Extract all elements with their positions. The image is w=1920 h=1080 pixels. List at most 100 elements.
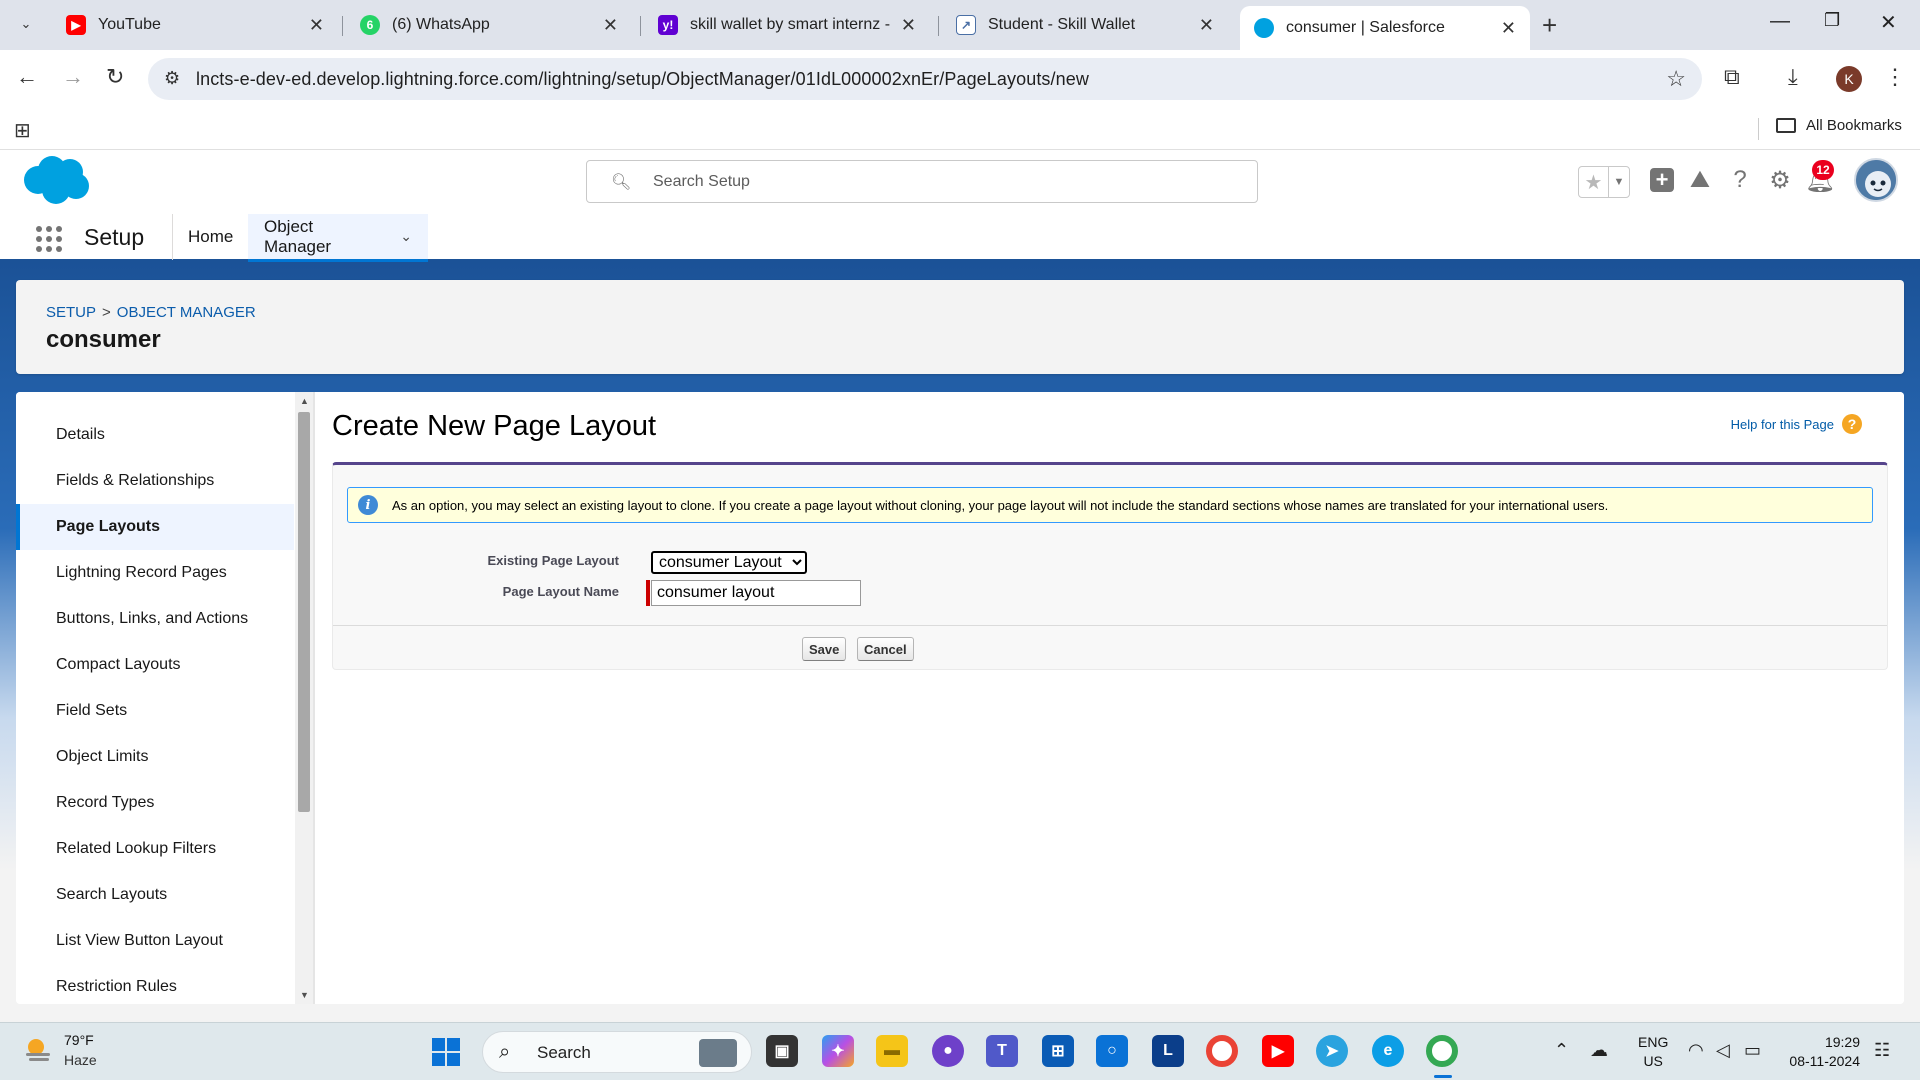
page-layout-name-input[interactable] — [651, 580, 861, 606]
windows-start-icon[interactable] — [432, 1038, 460, 1066]
battery-icon[interactable]: ▭ — [1744, 1040, 1761, 1061]
cortana-icon[interactable]: ○ — [1096, 1035, 1128, 1067]
help-question-icon[interactable]: ? — [1842, 414, 1862, 434]
nav-object-manager[interactable]: Object Manager ⌄ — [248, 214, 428, 262]
scroll-down-icon[interactable]: ▼ — [300, 990, 309, 1000]
download-icon[interactable]: ⤓ — [1788, 64, 1798, 90]
close-window-icon[interactable]: ✕ — [1880, 10, 1897, 35]
weather-description[interactable]: Haze — [64, 1052, 97, 1068]
existing-page-layout-select[interactable]: consumer Layout — [651, 551, 807, 574]
sidebar-item-details[interactable]: Details — [16, 412, 294, 458]
wifi-icon[interactable]: ◠ — [1688, 1040, 1704, 1061]
url-text[interactable]: lncts-e-dev-ed.develop.lightning.force.c… — [196, 69, 1089, 90]
breadcrumb-setup[interactable]: SETUP — [46, 304, 96, 321]
onedrive-icon[interactable]: ☁ — [1590, 1040, 1608, 1061]
site-info-icon[interactable]: ⚙ — [164, 68, 180, 89]
tab-title: skill wallet by smart internz - Ya — [690, 16, 893, 33]
tab-yahoo[interactable]: y! skill wallet by smart internz - Ya ✕ — [644, 6, 930, 44]
weather-temperature[interactable]: 79°F — [64, 1032, 94, 1048]
linkedin-learning-icon[interactable]: L — [1152, 1035, 1184, 1067]
sidebar-item-restriction-rules[interactable]: Restriction Rules — [16, 964, 294, 1004]
chevron-down-icon[interactable]: ⌄ — [400, 228, 412, 245]
apps-grid-icon[interactable]: ⊞ — [14, 118, 31, 143]
copilot-icon[interactable]: ✦ — [822, 1035, 854, 1067]
scroll-up-icon[interactable]: ▲ — [300, 396, 309, 406]
reload-icon[interactable]: ↻ — [106, 64, 124, 90]
task-view-icon[interactable]: ▣ — [766, 1035, 798, 1067]
sidebar-scrollbar[interactable]: ▲ ▼ — [295, 392, 313, 1004]
edge-icon[interactable]: e — [1372, 1035, 1404, 1067]
sidebar-item-list-view-button-layout[interactable]: List View Button Layout — [16, 918, 294, 964]
store-icon[interactable]: ⊞ — [1042, 1035, 1074, 1067]
tab-title: Student - Skill Wallet — [988, 16, 1136, 33]
close-icon[interactable]: ✕ — [901, 15, 916, 36]
file-explorer-icon[interactable]: ▬ — [876, 1035, 908, 1067]
salesforce-logo[interactable] — [18, 154, 92, 206]
global-search[interactable]: 🔍︎ — [586, 160, 1258, 203]
tab-skill-wallet[interactable]: ↗ Student - Skill Wallet ✕ — [942, 6, 1228, 44]
page-layout-form: i As an option, you may select an existi… — [332, 462, 1888, 670]
all-bookmarks-button[interactable]: All Bookmarks — [1776, 117, 1902, 134]
volume-icon[interactable]: ◁ — [1716, 1040, 1730, 1061]
teams-icon[interactable]: T — [986, 1035, 1018, 1067]
save-button[interactable]: Save — [802, 637, 847, 661]
sidebar-item-page-layouts[interactable]: Page Layouts — [16, 504, 294, 550]
yahoo-icon: y! — [658, 15, 678, 35]
gear-icon[interactable]: ⚙ — [1764, 164, 1796, 196]
close-icon[interactable]: ✕ — [309, 15, 324, 36]
sidebar-item-object-limits[interactable]: Object Limits — [16, 734, 294, 780]
new-tab-button[interactable]: + — [1542, 10, 1557, 41]
user-avatar[interactable] — [1854, 158, 1898, 202]
app-launcher-icon[interactable] — [36, 226, 62, 252]
forward-icon[interactable]: → — [62, 64, 84, 90]
taskbar-search[interactable]: ⌕ Search — [482, 1031, 752, 1073]
favorite-star-icon[interactable]: ★ — [1579, 167, 1609, 197]
notification-center-icon[interactable]: ☷ — [1874, 1040, 1890, 1061]
close-icon[interactable]: ✕ — [1199, 15, 1214, 36]
telegram-icon[interactable]: ➤ — [1316, 1035, 1348, 1067]
sidebar-item-search-layouts[interactable]: Search Layouts — [16, 872, 294, 918]
chrome-profile-icon[interactable] — [1426, 1035, 1458, 1067]
breadcrumb-object-manager[interactable]: OBJECT MANAGER — [117, 304, 256, 321]
sidebar-item-fields-relationships[interactable]: Fields & Relationships — [16, 458, 294, 504]
extensions-icon[interactable]: ⧉ — [1724, 64, 1740, 90]
close-icon[interactable]: ✕ — [603, 15, 618, 36]
favorites-combo[interactable]: ★ ▼ — [1578, 166, 1630, 198]
chrome-icon[interactable] — [1206, 1035, 1238, 1067]
bookmark-star-icon[interactable]: ☆ — [1666, 66, 1686, 92]
info-message-text: As an option, you may select an existing… — [392, 497, 1609, 513]
sidebar-item-lightning-record-pages[interactable]: Lightning Record Pages — [16, 550, 294, 596]
youtube-app-icon[interactable]: ▶ — [1262, 1035, 1294, 1067]
language-indicator[interactable]: ENG US — [1638, 1033, 1668, 1071]
global-actions-icon[interactable]: + — [1646, 164, 1678, 196]
nav-home[interactable]: Home — [172, 214, 249, 260]
sidebar-item-buttons-links-actions[interactable]: Buttons, Links, and Actions — [16, 596, 294, 642]
scrollbar-thumb[interactable] — [298, 412, 310, 812]
restore-icon[interactable]: ❐ — [1824, 10, 1840, 31]
system-clock[interactable]: 19:29 08-11-2024 — [1788, 1033, 1860, 1071]
minimize-icon[interactable]: — — [1770, 10, 1790, 33]
trailhead-icon[interactable]: ⛰ — [1684, 164, 1716, 196]
help-icon[interactable]: ? — [1724, 164, 1756, 196]
sidebar-item-related-lookup-filters[interactable]: Related Lookup Filters — [16, 826, 294, 872]
sidebar-item-compact-layouts[interactable]: Compact Layouts — [16, 642, 294, 688]
sidebar-item-record-types[interactable]: Record Types — [16, 780, 294, 826]
help-for-this-page-link[interactable]: Help for this Page ? — [1731, 414, 1862, 434]
tab-youtube[interactable]: ▶ YouTube ✕ — [52, 6, 338, 44]
chevron-down-icon[interactable]: ▼ — [1609, 167, 1629, 197]
tab-search-button[interactable]: ⌄ — [10, 10, 42, 38]
tab-salesforce[interactable]: consumer | Salesforce ✕ — [1240, 6, 1530, 50]
show-hidden-icons-icon[interactable]: ⌃ — [1554, 1040, 1569, 1061]
sidebar-item-field-sets[interactable]: Field Sets — [16, 688, 294, 734]
back-icon[interactable]: ← — [16, 64, 38, 90]
profile-avatar[interactable]: K — [1836, 66, 1862, 92]
weather-haze-icon[interactable] — [22, 1035, 54, 1067]
region-code: US — [1643, 1053, 1663, 1069]
menu-dots-icon[interactable]: ⋮ — [1884, 64, 1906, 90]
search-setup-input[interactable] — [653, 169, 1233, 195]
tab-whatsapp[interactable]: 6 (6) WhatsApp ✕ — [346, 6, 632, 44]
address-bar[interactable]: ⚙ lncts-e-dev-ed.develop.lightning.force… — [148, 58, 1702, 100]
close-icon[interactable]: ✕ — [1501, 18, 1516, 39]
github-icon[interactable]: ● — [932, 1035, 964, 1067]
cancel-button[interactable]: Cancel — [857, 637, 914, 661]
